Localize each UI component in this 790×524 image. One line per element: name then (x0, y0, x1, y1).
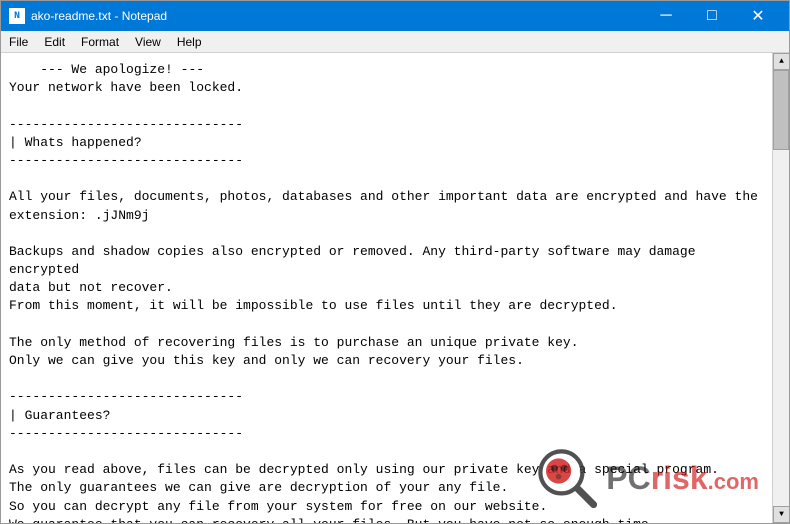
text-editor[interactable]: --- We apologize! --- Your network have … (1, 53, 772, 523)
maximize-button[interactable]: □ (689, 1, 735, 31)
menu-edit[interactable]: Edit (36, 31, 73, 52)
notepad-window: N ako-readme.txt - Notepad ─ □ ✕ File Ed… (0, 0, 790, 524)
scroll-thumb[interactable] (773, 70, 789, 150)
menu-view[interactable]: View (127, 31, 169, 52)
scroll-track[interactable] (773, 70, 789, 506)
app-icon: N (9, 8, 25, 24)
scroll-up-button[interactable]: ▲ (773, 53, 789, 70)
vertical-scrollbar[interactable]: ▲ ▼ (772, 53, 789, 523)
close-button[interactable]: ✕ (735, 1, 781, 31)
minimize-button[interactable]: ─ (643, 1, 689, 31)
menu-format[interactable]: Format (73, 31, 127, 52)
window-controls: ─ □ ✕ (643, 1, 781, 31)
menu-bar: File Edit Format View Help (1, 31, 789, 53)
content-area: --- We apologize! --- Your network have … (1, 53, 789, 523)
menu-help[interactable]: Help (169, 31, 210, 52)
title-bar: N ako-readme.txt - Notepad ─ □ ✕ (1, 1, 789, 31)
scroll-down-button[interactable]: ▼ (773, 506, 789, 523)
menu-file[interactable]: File (1, 31, 36, 52)
window-title: ako-readme.txt - Notepad (31, 9, 643, 23)
